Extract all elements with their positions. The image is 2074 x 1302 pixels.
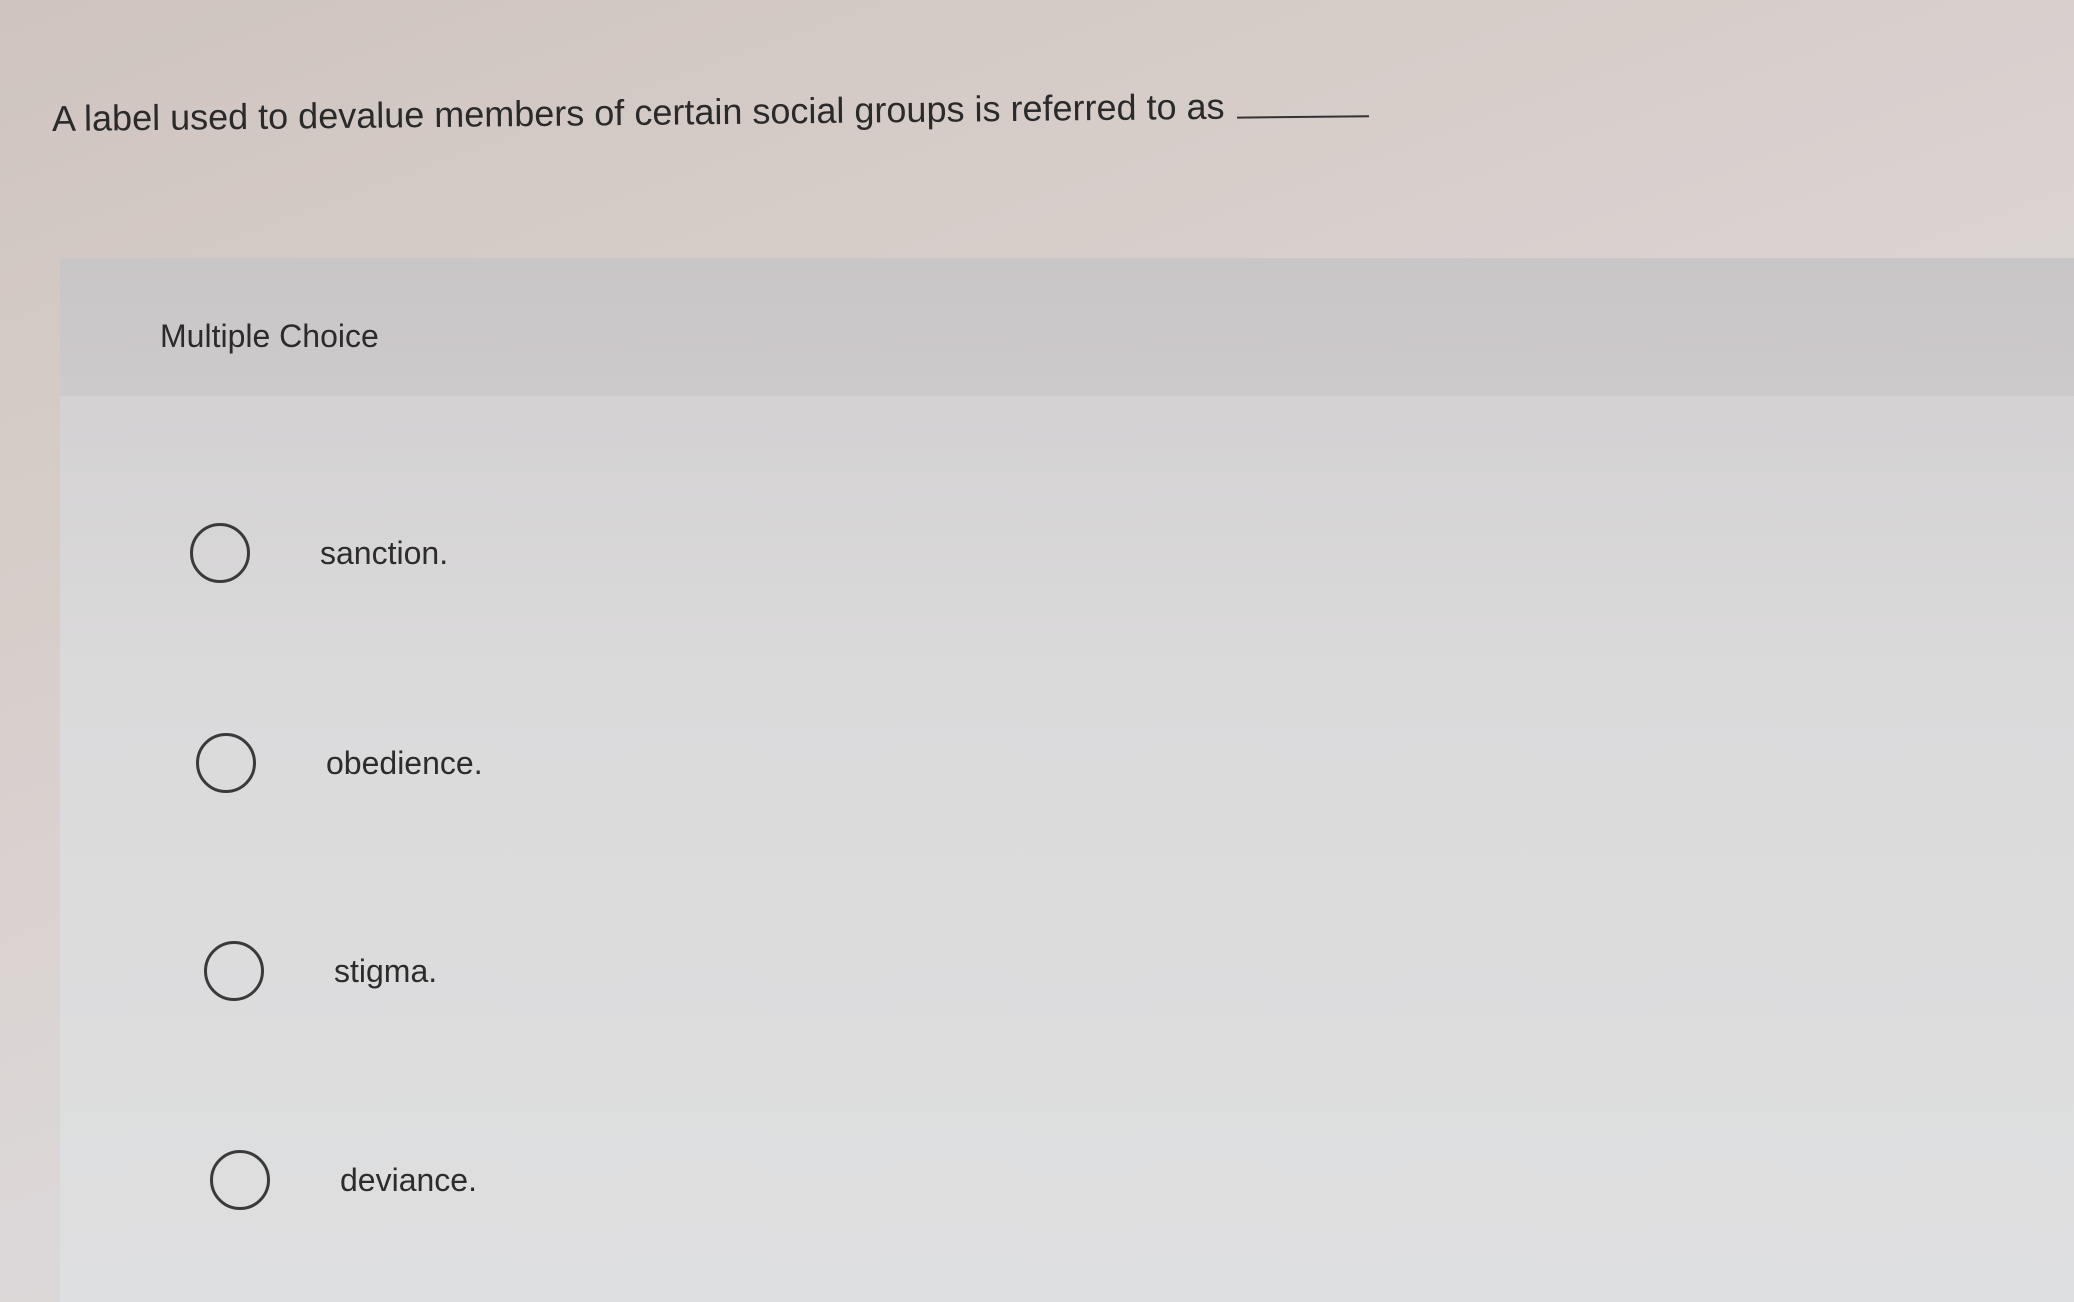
multiple-choice-header: Multiple Choice (60, 258, 2074, 396)
question-text: A label used to devalue members of certa… (51, 85, 1225, 139)
option-label: obedience. (326, 744, 483, 781)
quiz-page: A label used to devalue members of certa… (0, 0, 2074, 1302)
option-stigma[interactable]: stigma. (204, 941, 437, 1001)
radio-button-icon[interactable] (204, 941, 264, 1001)
option-label: sanction. (320, 534, 449, 571)
option-deviance[interactable]: deviance. (210, 1150, 477, 1210)
radio-button-icon[interactable] (210, 1150, 270, 1210)
radio-button-icon[interactable] (190, 523, 250, 583)
option-label: stigma. (334, 952, 438, 989)
answer-blank (1236, 115, 1369, 119)
multiple-choice-title: Multiple Choice (160, 318, 379, 354)
option-obedience[interactable]: obedience. (196, 733, 483, 793)
radio-button-icon[interactable] (196, 733, 256, 793)
option-label: deviance. (340, 1161, 477, 1198)
option-sanction[interactable]: sanction. (190, 523, 448, 583)
question-prompt: A label used to devalue members of certa… (52, 84, 1369, 140)
